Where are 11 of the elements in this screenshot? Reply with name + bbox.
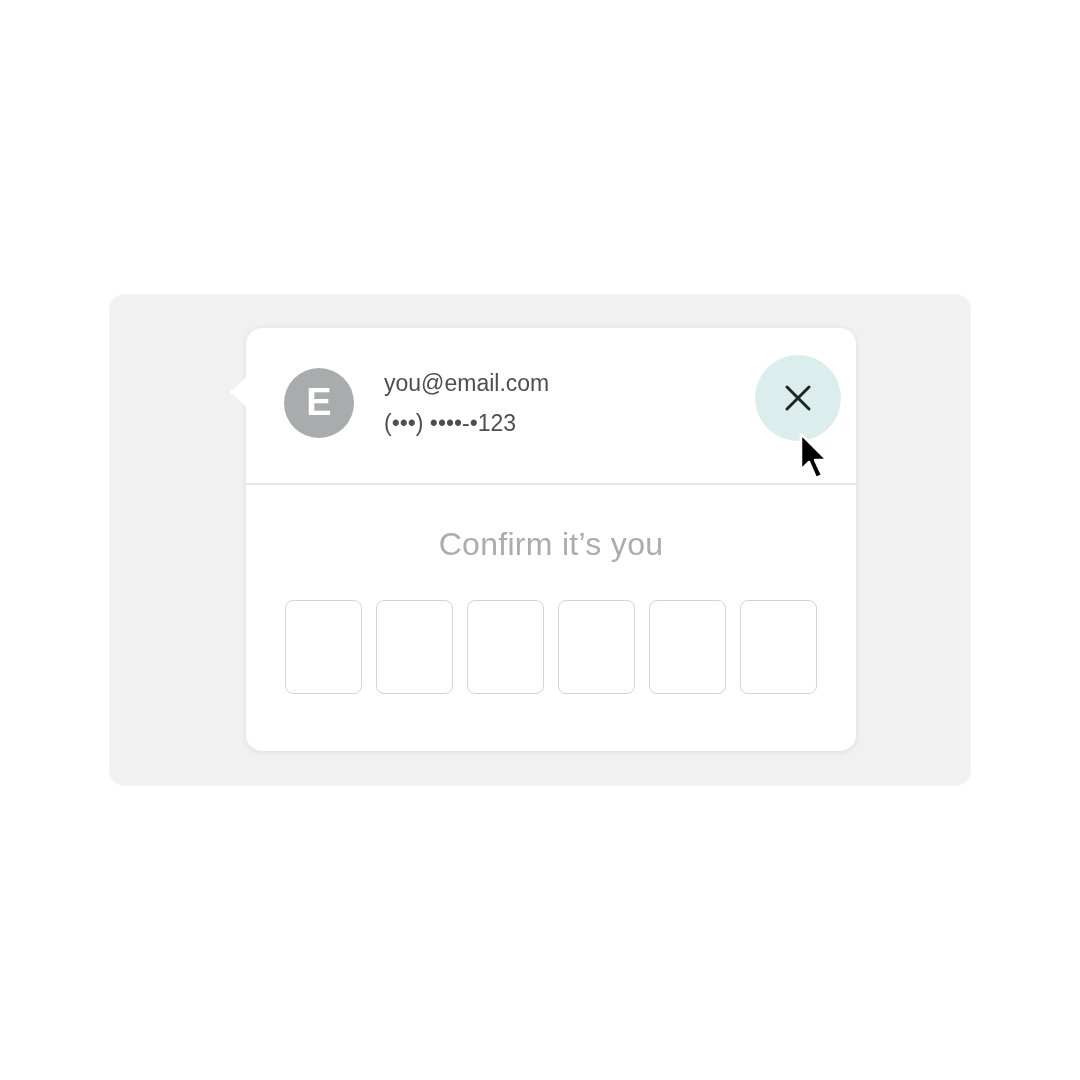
code-digit-field[interactable] (467, 600, 544, 694)
avatar: E (284, 367, 354, 438)
phone-text: (•••) ••••-•123 (384, 408, 518, 438)
email-text: you@email.com (384, 368, 551, 398)
confirm-title: Confirm it’s you (437, 525, 665, 564)
code-digit-field[interactable] (558, 600, 635, 694)
code-digit-field[interactable] (285, 600, 362, 694)
close-icon (784, 383, 812, 412)
code-digit-field[interactable] (740, 600, 817, 694)
code-digit-field[interactable] (649, 600, 726, 694)
code-digit-field[interactable] (376, 600, 453, 694)
